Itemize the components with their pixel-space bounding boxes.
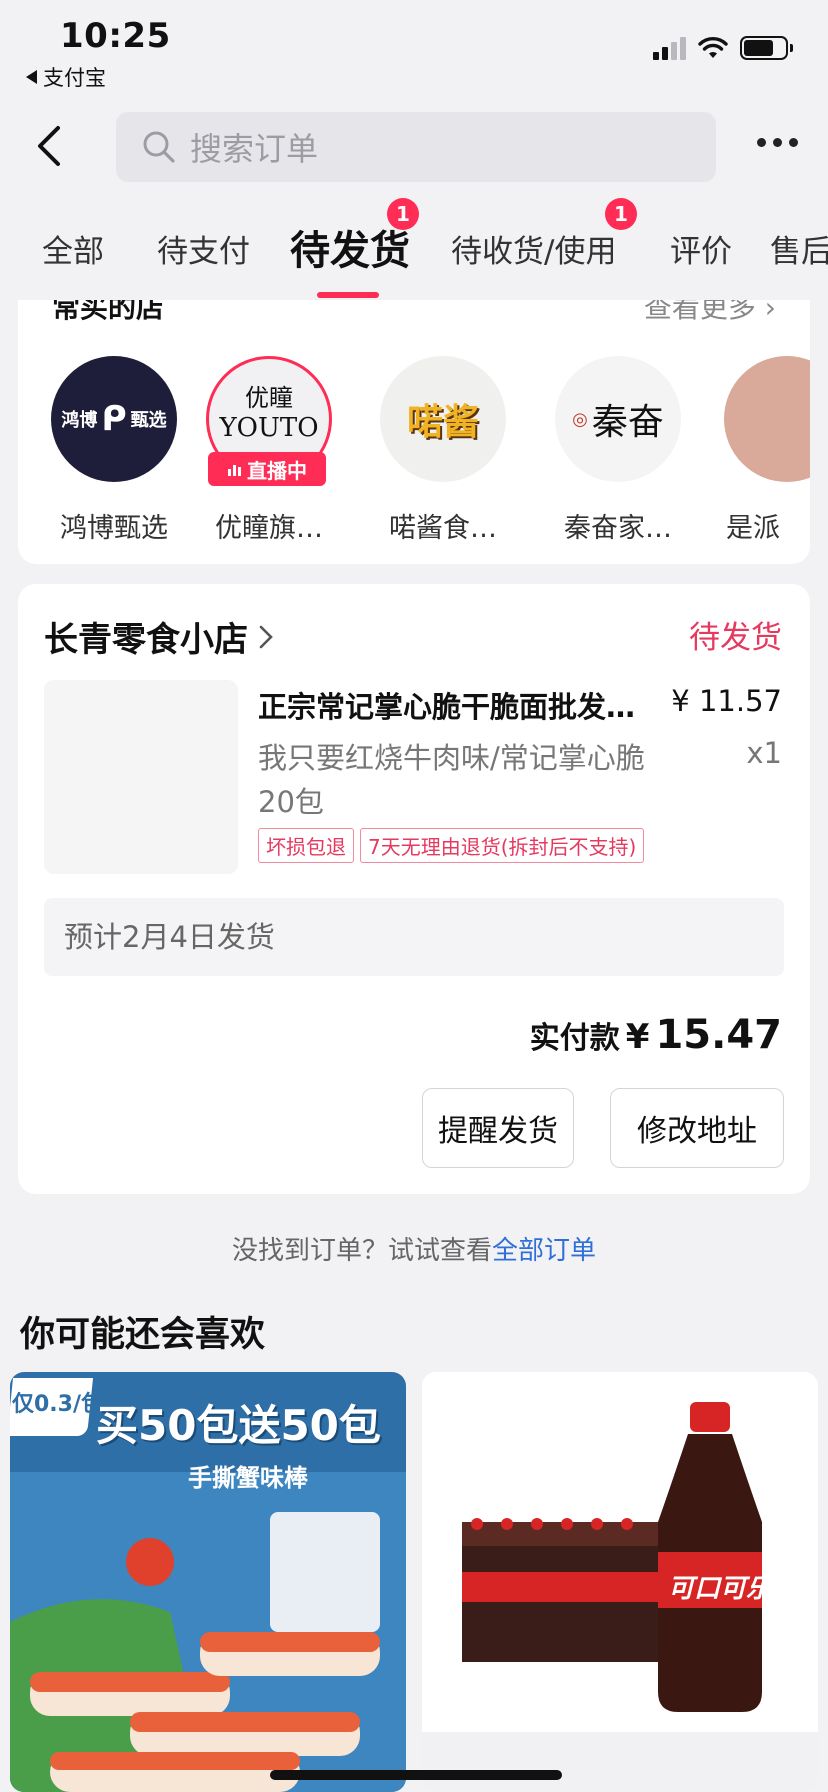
pending-shipment-badge: 1 bbox=[387, 198, 419, 230]
shop-name: 秦奋家… bbox=[564, 513, 672, 544]
tab-pending-shipment[interactable]: 待发货 bbox=[290, 218, 410, 276]
product-price: ¥ 11.57 bbox=[671, 684, 782, 718]
back-arrow-icon[interactable] bbox=[30, 122, 70, 170]
tab-all[interactable]: 全部 bbox=[42, 226, 104, 271]
battery-icon bbox=[740, 36, 793, 60]
promo-headline: 买50包送50包 bbox=[96, 1401, 381, 1450]
shop-name: 鸿博甄选 bbox=[60, 513, 168, 544]
shop-name: 喏酱食… bbox=[389, 513, 497, 544]
shop-item[interactable]: 是派 bbox=[724, 356, 810, 545]
live-streaming-badge: 直播中 bbox=[208, 452, 326, 486]
order-card: 长青零食小店 待发货 正宗常记掌心脆干脆面批发整箱 ¥ 11.57 我只要红烧牛… bbox=[18, 584, 810, 1194]
order-status: 待发货 bbox=[689, 620, 782, 656]
recommend-product-card[interactable]: 仅0.3/包 买50包送50包 手撕蟹味棒 bbox=[10, 1372, 406, 1792]
service-tags: 坏损包退 7天无理由退货(拆封后不支持) bbox=[258, 828, 645, 863]
all-orders-link[interactable]: 全部订单 bbox=[492, 1236, 596, 1266]
recommend-title: 你可能还会喜欢 bbox=[20, 1315, 266, 1355]
recommend-product-card[interactable]: 可口可乐 bbox=[422, 1372, 818, 1792]
tab-after-sales[interactable]: 售后 bbox=[770, 226, 828, 271]
more-options-icon[interactable] bbox=[757, 138, 798, 147]
shop-logo: ◎ 秦奋 bbox=[555, 356, 681, 482]
tab-pending-payment[interactable]: 待支付 bbox=[157, 226, 250, 271]
shop-item[interactable]: ◎ 秦奋 秦奋家… bbox=[548, 356, 688, 545]
product-info-strip bbox=[422, 1732, 818, 1792]
chevron-right-icon bbox=[259, 625, 273, 648]
shop-logo bbox=[724, 356, 810, 482]
shop-item[interactable]: 喏酱 喏酱食… bbox=[373, 356, 513, 545]
back-app-label: 支付宝 bbox=[43, 66, 106, 90]
paid-label: 实付款 bbox=[529, 1021, 620, 1056]
cellular-signal-icon bbox=[653, 36, 686, 60]
price-badge: 仅0.3/包 bbox=[12, 1392, 104, 1417]
see-more-link[interactable]: 查看更多 › bbox=[644, 300, 776, 326]
shop-logo: 喏酱 bbox=[380, 356, 506, 482]
shop-item[interactable]: 鸿博 ᑭ 甄选 鸿博甄选 bbox=[44, 356, 184, 545]
change-address-button[interactable]: 修改地址 bbox=[610, 1088, 784, 1168]
search-input[interactable]: 搜索订单 bbox=[116, 112, 716, 182]
product-thumbnail[interactable] bbox=[44, 680, 238, 874]
store-name-link[interactable]: 长青零食小店 bbox=[44, 612, 274, 661]
active-tab-indicator bbox=[317, 292, 379, 298]
cola-product-image bbox=[422, 1372, 818, 1732]
product-quantity: x1 bbox=[746, 736, 782, 770]
promo-subtitle: 手撕蟹味棒 bbox=[188, 1464, 308, 1492]
tab-pending-receipt[interactable]: 待收货/使用 bbox=[451, 226, 616, 271]
shipping-estimate: 预计2月4日发货 bbox=[44, 898, 784, 976]
status-bar: 10:25 支付宝 bbox=[0, 0, 828, 100]
back-to-app-link[interactable]: 支付宝 bbox=[26, 62, 106, 92]
search-placeholder: 搜索订单 bbox=[190, 130, 319, 168]
header: 搜索订单 bbox=[0, 108, 828, 184]
shop-logo: 鸿博 ᑭ 甄选 bbox=[51, 356, 177, 482]
cola-brand-label: 可口可乐 bbox=[668, 1574, 773, 1604]
remind-shipment-button[interactable]: 提醒发货 bbox=[422, 1088, 574, 1168]
paid-amount-row: 实付款 ¥ 15.47 bbox=[530, 1012, 782, 1058]
frequent-shops-header: 常买的店 查看更多 › bbox=[52, 300, 776, 324]
frequent-shops-title: 常买的店 bbox=[52, 300, 165, 324]
product-title[interactable]: 正宗常记掌心脆干脆面批发整箱 bbox=[258, 684, 638, 726]
back-triangle-icon bbox=[26, 70, 37, 84]
clock: 10:25 bbox=[60, 16, 171, 56]
paid-currency: ¥ bbox=[625, 1017, 650, 1057]
shop-item[interactable]: 优瞳 YOUTO 直播中 优瞳旗… bbox=[199, 356, 339, 545]
search-icon bbox=[143, 131, 175, 163]
service-tag: 坏损包退 bbox=[258, 828, 354, 863]
paid-amount: 15.47 bbox=[655, 1012, 782, 1058]
status-icons bbox=[653, 36, 793, 60]
order-not-found-hint: 没找到订单？试试查看全部订单 bbox=[231, 1236, 597, 1266]
frequent-shops-card: 常买的店 查看更多 › 鸿博 ᑭ 甄选 鸿博甄选 优瞳 YOUTO 直播中 优瞳… bbox=[18, 300, 810, 564]
pending-receipt-badge: 1 bbox=[605, 198, 637, 230]
shop-name: 优瞳旗… bbox=[215, 513, 323, 544]
product-spec: 我只要红烧牛肉味/常记掌心脆20包 bbox=[258, 741, 645, 819]
tab-reviews[interactable]: 评价 bbox=[670, 226, 732, 271]
live-bars-icon bbox=[228, 465, 241, 476]
shop-name: 是派 bbox=[726, 513, 780, 544]
service-tag: 7天无理由退货(拆封后不支持) bbox=[360, 828, 645, 863]
order-tabs: 全部 待支付 待发货 1 待收货/使用 1 评价 售后 bbox=[0, 196, 828, 300]
home-indicator bbox=[270, 1770, 562, 1780]
wifi-icon bbox=[698, 37, 728, 58]
